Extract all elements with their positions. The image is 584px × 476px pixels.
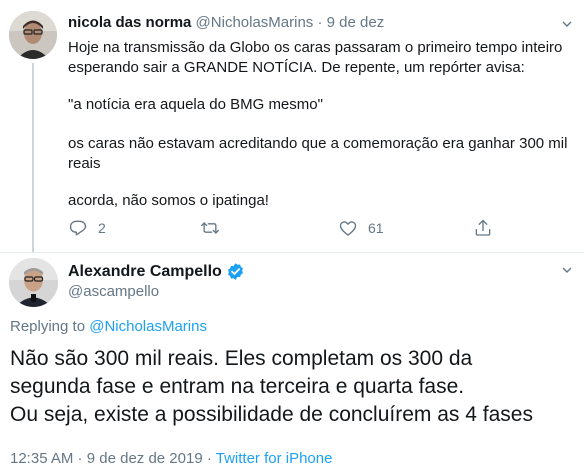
tweet-date[interactable]: 9 de dez de 2019 (87, 450, 203, 467)
parent-paragraph-2: "a notícia era aquela do BMG mesmo" (68, 96, 323, 113)
reply-icon (69, 220, 87, 236)
tweet-source-link[interactable]: Twitter for iPhone (216, 450, 333, 467)
share-button[interactable] (473, 217, 493, 239)
main-tweet-text: Não são 300 mil reais. Eles completam os… (10, 345, 580, 429)
parent-date[interactable]: 9 de dez (327, 14, 385, 31)
main-tweet-footer: 12:35 AM · 9 de dez de 2019 · Twitter fo… (10, 450, 332, 467)
parent-paragraph-1: Hoje na transmissão da Globo os caras pa… (68, 39, 563, 76)
thread-connector-line (32, 63, 34, 252)
tweet-divider (0, 252, 584, 253)
main-text-line-1: Não são 300 mil reais. Eles completam os… (10, 347, 473, 370)
parent-action-bar: 2 61 (68, 217, 508, 239)
like-count: 61 (368, 220, 384, 236)
reply-count: 2 (98, 220, 106, 236)
share-icon (475, 219, 491, 236)
parent-separator: · (317, 14, 323, 31)
parent-handle[interactable]: @NicholasMarins (196, 14, 314, 31)
main-text-line-3: Ou seja, existe a possibilidade de concl… (10, 403, 533, 426)
parent-tweet-header: nicola das norma @NicholasMarins · 9 de … (68, 14, 384, 31)
main-display-name[interactable]: Alexandre Campello (68, 263, 222, 281)
retweet-button[interactable] (200, 217, 230, 239)
parent-paragraph-3: os caras não estavam acreditando que a c… (68, 135, 568, 172)
main-text-line-2: segunda fase e entram na terceira e quar… (10, 375, 465, 398)
parent-paragraph-4: acorda, não somos o ipatinga! (68, 192, 269, 209)
parent-tweet[interactable]: nicola das norma @NicholasMarins · 9 de … (0, 0, 584, 252)
tweet-time[interactable]: 12:35 AM (10, 450, 73, 467)
main-avatar[interactable] (9, 258, 58, 307)
verified-badge-icon (227, 263, 243, 280)
retweet-icon (201, 222, 219, 234)
like-button[interactable]: 61 (338, 217, 384, 239)
avatar-image (9, 11, 57, 59)
chevron-down-icon[interactable] (562, 265, 572, 275)
main-name-row: Alexandre Campello (68, 262, 245, 281)
parent-avatar[interactable] (9, 11, 57, 59)
chevron-down-icon[interactable] (562, 19, 572, 29)
footer-separator-2: · (202, 450, 216, 467)
main-handle[interactable]: @ascampello (68, 283, 159, 300)
footer-separator-1: · (73, 450, 87, 467)
replying-to-handle-link[interactable]: @NicholasMarins (89, 318, 207, 335)
avatar-image (9, 258, 58, 307)
like-icon (339, 221, 357, 236)
replying-to-prefix: Replying to (10, 318, 90, 335)
replying-to: Replying to @NicholasMarins (10, 318, 207, 335)
reply-button[interactable]: 2 (68, 217, 106, 239)
parent-display-name[interactable]: nicola das norma (68, 14, 191, 31)
